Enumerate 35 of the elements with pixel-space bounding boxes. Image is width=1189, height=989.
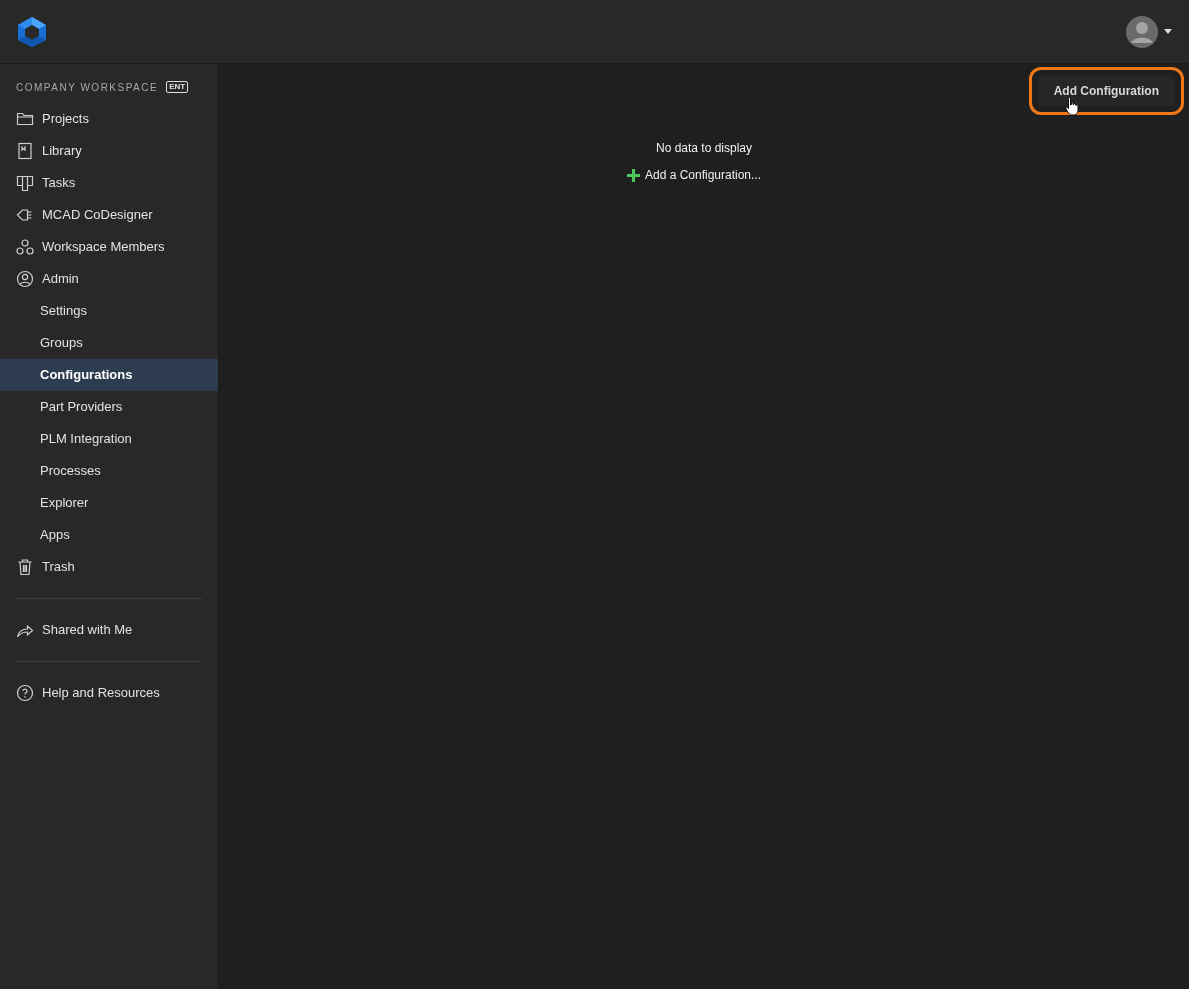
sidebar-item[interactable]: Shared with Me (0, 614, 218, 646)
board-icon (16, 174, 34, 192)
logo-icon[interactable] (17, 15, 47, 48)
add-configuration-button[interactable]: Add Configuration (1037, 76, 1175, 106)
sidebar-item[interactable]: Settings (0, 295, 218, 327)
sidebar-item[interactable]: PLM Integration (0, 423, 218, 455)
add-configuration-link[interactable]: Add a Configuration... (626, 166, 762, 184)
folder-icon (16, 110, 34, 128)
sidebar-item[interactable]: Explorer (0, 487, 218, 519)
plus-icon (626, 168, 640, 182)
sidebar-item[interactable]: Configurations (0, 359, 218, 391)
sidebar-item[interactable]: MCAD CoDesigner (0, 199, 218, 231)
empty-message: No data to display (655, 140, 753, 157)
sidebar-item[interactable]: Admin (0, 263, 218, 295)
sidebar-item[interactable]: Part Providers (0, 391, 218, 423)
user-icon (16, 270, 34, 288)
trash-icon (16, 558, 34, 576)
book-icon (16, 142, 34, 160)
plug-icon (16, 206, 34, 224)
sidebar-item[interactable]: Groups (0, 327, 218, 359)
sidebar-item[interactable]: Apps (0, 519, 218, 551)
sidebar-item[interactable]: Processes (0, 455, 218, 487)
help-icon (16, 684, 34, 702)
caret-icon[interactable] (1164, 29, 1172, 34)
people-icon (16, 238, 34, 256)
sidebar-item[interactable]: Tasks (0, 167, 218, 199)
pointer-hand-icon (1065, 96, 1080, 116)
sidebar-item[interactable]: Workspace Members (0, 231, 218, 263)
plan-badge: ENT (166, 81, 189, 93)
sidebar-item[interactable]: Library (0, 135, 218, 167)
sidebar-item[interactable]: Projects (0, 103, 218, 135)
avatar[interactable] (1126, 15, 1158, 48)
sidebar-item[interactable]: Help and Resources (0, 677, 218, 709)
sidebar-item[interactable]: Trash (0, 551, 218, 583)
workspace-label: COMPANY WORKSPACE (16, 80, 159, 95)
